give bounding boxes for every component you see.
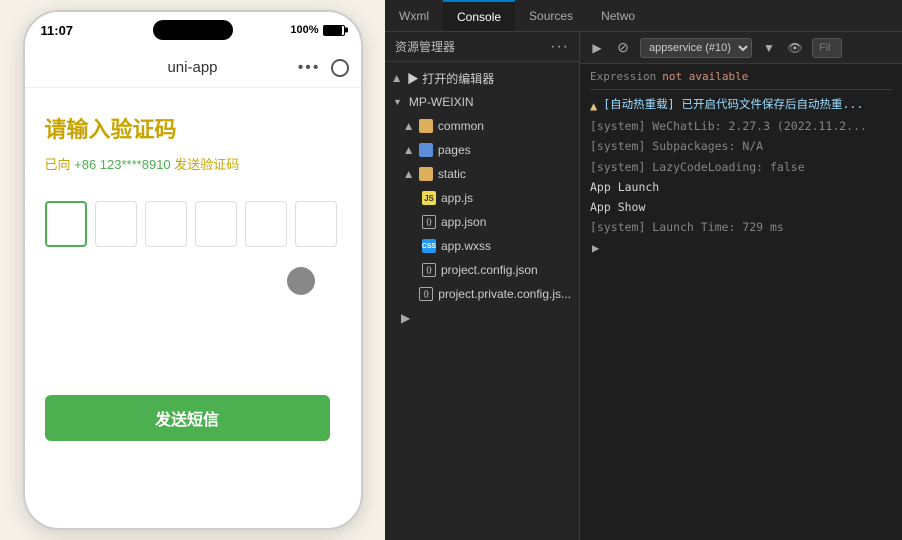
battery-fill: [324, 26, 342, 35]
phone-panel: 11:07 100% uni-app ••• 请输入验证码 已向 +86 123…: [0, 0, 385, 540]
tree-chevron[interactable]: ▶: [385, 306, 579, 330]
tree-app-json[interactable]: {} app.json: [385, 210, 579, 234]
json-file-icon: {}: [419, 287, 433, 301]
nav-icons: •••: [298, 59, 349, 77]
phone-content: 请输入验证码 已向 +86 123****8910 发送验证码 发送短信: [25, 88, 361, 465]
phone-navbar: uni-app •••: [25, 48, 361, 88]
phone-time: 11:07: [41, 23, 74, 38]
warning-icon: ▲: [590, 97, 597, 115]
console-filter-input[interactable]: [812, 38, 842, 58]
arrow-right-icon: ▶: [403, 171, 414, 178]
tree-mp-weixin[interactable]: ▼ MP-WEIXIN: [385, 90, 579, 114]
subtitle-prefix: 已向: [45, 157, 71, 172]
line-text: [system] Launch Time: 729 ms: [590, 219, 784, 236]
line-text: App Launch: [590, 179, 659, 196]
phone-status-right: 100%: [290, 24, 344, 36]
code-input-6[interactable]: [295, 201, 337, 247]
mp-weixin-label: MP-WEIXIN: [409, 95, 474, 109]
console-line-4: App Launch: [590, 179, 892, 196]
ide-tabs: Wxml Console Sources Netwo: [385, 0, 902, 32]
phone-frame: 11:07 100% uni-app ••• 请输入验证码 已向 +86 123…: [23, 10, 363, 530]
more-icon[interactable]: •••: [298, 59, 321, 77]
warning-text: [自动热重载] 已开启代码文件保存后自动热重...: [603, 96, 863, 113]
console-line-2: [system] Subpackages: N/A: [590, 138, 892, 155]
ide-panel: Wxml Console Sources Netwo 资源管理器 ··· ▶ ▶…: [385, 0, 902, 540]
record-icon[interactable]: [331, 59, 349, 77]
verify-subtitle: 已向 +86 123****8910 发送验证码: [45, 154, 341, 173]
code-input-4[interactable]: [195, 201, 237, 247]
tree-project-private[interactable]: {} project.private.config.js...: [385, 282, 579, 306]
tree-static[interactable]: ▶ static: [385, 162, 579, 186]
code-input-5[interactable]: [245, 201, 287, 247]
tree-open-editors[interactable]: ▶ ▶ 打开的编辑器: [385, 66, 579, 90]
tab-console[interactable]: Console: [443, 0, 515, 31]
tab-sources[interactable]: Sources: [515, 0, 587, 31]
tree-app-js[interactable]: JS app.js: [385, 186, 579, 210]
phone-status-bar: 11:07 100%: [25, 12, 361, 48]
expression-value: not available: [662, 70, 748, 83]
console-line-6: [system] Launch Time: 729 ms: [590, 219, 892, 236]
block-icon[interactable]: ⊘: [614, 39, 632, 57]
eye-icon[interactable]: 👁: [786, 39, 804, 57]
expression-row: Expression not available: [590, 70, 892, 90]
code-input-2[interactable]: [95, 201, 137, 247]
phone-number: +86 123****8910: [74, 157, 171, 172]
folder-icon: [419, 167, 433, 181]
file-tree-title: 资源管理器: [395, 38, 455, 55]
line-text: [system] Subpackages: N/A: [590, 138, 763, 155]
arrow-right-icon: ▶: [403, 147, 414, 154]
tree-common[interactable]: ▶ common: [385, 114, 579, 138]
tree-pages[interactable]: ▶ pages: [385, 138, 579, 162]
line-text: App Show: [590, 199, 645, 216]
line-text: [system] WeChatLib: 2.27.3 (2022.11.2...: [590, 118, 867, 135]
phone-notch: [153, 20, 233, 40]
console-line-1: [system] WeChatLib: 2.27.3 (2022.11.2...: [590, 118, 892, 135]
file-tree-header: 资源管理器 ···: [385, 32, 579, 62]
file-tree-section: ▶ ▶ 打开的编辑器 ▼ MP-WEIXIN ▶ common ▶: [385, 62, 579, 334]
code-input-3[interactable]: [145, 201, 187, 247]
context-select[interactable]: appservice (#10): [640, 38, 752, 58]
wxss-file-icon: CSS: [422, 239, 436, 253]
dropdown-icon[interactable]: ▼: [760, 39, 778, 57]
tree-app-wxss[interactable]: CSS app.wxss: [385, 234, 579, 258]
folder-blue-icon: [419, 143, 433, 157]
js-file-icon: JS: [422, 191, 436, 205]
file-tree: 资源管理器 ··· ▶ ▶ 打开的编辑器 ▼ MP-WEIXIN ▶: [385, 32, 580, 540]
console-line-5: App Show: [590, 199, 892, 216]
code-input-1[interactable]: [45, 201, 87, 247]
json-file-icon: {}: [422, 215, 436, 229]
chevron-icon: ▶: [592, 241, 599, 255]
arrow-down-icon: ▼: [393, 97, 402, 107]
app-title: uni-app: [167, 59, 217, 76]
chevron-right-icon: ▶: [401, 311, 410, 325]
tab-network[interactable]: Netwo: [587, 0, 649, 31]
loading-indicator: [287, 267, 315, 295]
console-toolbar: ▶ ⊘ appservice (#10) ▼ 👁: [580, 32, 902, 64]
subtitle-suffix: 发送验证码: [174, 157, 239, 172]
tree-project-config[interactable]: {} project.config.json: [385, 258, 579, 282]
send-sms-button[interactable]: 发送短信: [45, 395, 330, 441]
ide-main: 资源管理器 ··· ▶ ▶ 打开的编辑器 ▼ MP-WEIXIN ▶: [385, 32, 902, 540]
tab-wxml[interactable]: Wxml: [385, 0, 443, 31]
arrow-icon: ▶: [391, 75, 402, 82]
line-text: [system] LazyCodeLoading: false: [590, 159, 805, 176]
warning-line: ▲ [自动热重载] 已开启代码文件保存后自动热重...: [590, 96, 892, 115]
json-file-icon: {}: [422, 263, 436, 277]
console-content: Expression not available ▲ [自动热重载] 已开启代码…: [580, 64, 902, 540]
file-tree-more-icon[interactable]: ···: [550, 38, 569, 56]
code-inputs: [45, 201, 341, 247]
console-chevron[interactable]: ▶: [592, 241, 892, 255]
execute-icon[interactable]: ▶: [588, 39, 606, 57]
console-panel: ▶ ⊘ appservice (#10) ▼ 👁 Expression not …: [580, 32, 902, 540]
arrow-right-icon: ▶: [403, 123, 414, 130]
battery-percent: 100%: [290, 24, 318, 36]
console-line-3: [system] LazyCodeLoading: false: [590, 159, 892, 176]
expression-label: Expression: [590, 70, 656, 83]
folder-icon: [419, 119, 433, 133]
battery-icon: [323, 25, 345, 36]
verify-title: 请输入验证码: [45, 112, 341, 144]
